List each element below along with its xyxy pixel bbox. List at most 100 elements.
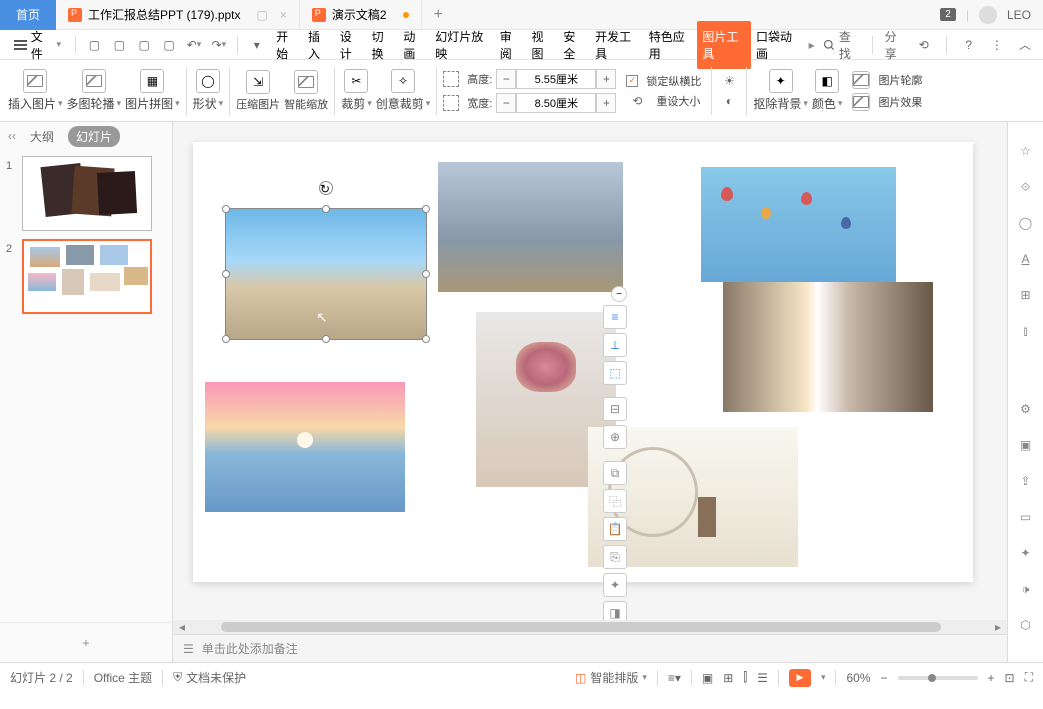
canvas-image[interactable]: [723, 282, 933, 412]
brightness-icon[interactable]: ☀: [721, 73, 737, 89]
canvas-image[interactable]: [205, 382, 405, 512]
height-input[interactable]: [516, 69, 596, 89]
smart-layout-button[interactable]: ◫ 智能排版 ▾: [575, 669, 647, 686]
menu-tab-picture-tools[interactable]: 图片工具: [697, 21, 751, 69]
save-icon[interactable]: ▢: [87, 37, 102, 53]
canvas-scroll[interactable]: ↻ ↖: [173, 122, 1007, 620]
rp-chart-icon[interactable]: ⫾: [1017, 322, 1035, 340]
color-button[interactable]: ◧ 颜色▾: [812, 69, 843, 112]
creative-crop-button[interactable]: ✧ 创意裁剪▾: [376, 69, 431, 112]
horizontal-scrollbar[interactable]: ◂ ▸: [173, 620, 1007, 634]
width-increment[interactable]: +: [596, 93, 616, 113]
canvas-image[interactable]: [438, 162, 623, 292]
scroll-left-icon[interactable]: ◂: [173, 620, 191, 634]
canvas-image[interactable]: [701, 167, 896, 282]
print-preview-icon[interactable]: ▢: [162, 37, 177, 53]
tab-preview-icon[interactable]: ▢: [257, 8, 268, 22]
document-tab-2[interactable]: 演示文稿2: [300, 0, 422, 30]
fullscreen-button[interactable]: ⛶: [1025, 670, 1033, 685]
rp-tools-icon[interactable]: ⚙: [1017, 400, 1035, 418]
float-contrast-button[interactable]: ◨: [603, 601, 627, 620]
rp-animation-icon[interactable]: ✦: [1017, 544, 1035, 562]
notes-bar[interactable]: ☰ 单击此处添加备注: [173, 634, 1007, 662]
zoom-in-button[interactable]: +: [988, 671, 995, 685]
rp-settings-icon[interactable]: ⬡: [1017, 616, 1035, 634]
rp-favorite-icon[interactable]: ☆: [1017, 142, 1035, 160]
float-paste-button[interactable]: 📋: [603, 517, 627, 541]
float-lock-button[interactable]: ⬚: [603, 361, 627, 385]
menu-tab-pocket-anim[interactable]: 口袋动画: [751, 21, 805, 69]
zoom-level[interactable]: 60%: [846, 671, 870, 685]
fit-window-button[interactable]: ⊡: [1005, 671, 1015, 685]
width-input[interactable]: [516, 93, 596, 113]
username[interactable]: LEO: [1007, 8, 1031, 22]
canvas-image-selected[interactable]: ↻ ↖: [226, 209, 426, 339]
more-icon[interactable]: ⋮: [990, 37, 1004, 53]
insert-image-button[interactable]: 插入图片▾: [8, 69, 63, 112]
qat-customize-icon[interactable]: ▾: [249, 37, 264, 53]
float-arrange-button[interactable]: ⿻: [603, 489, 627, 513]
float-effects-button[interactable]: ✦: [603, 573, 627, 597]
view-normal-button[interactable]: ▣: [702, 671, 713, 685]
tabs-overflow-icon[interactable]: ▸: [805, 38, 819, 52]
height-increment[interactable]: +: [596, 69, 616, 89]
image-outline-button[interactable]: 图片轮廓: [852, 71, 926, 89]
slide-thumbnail-1[interactable]: 1: [6, 156, 166, 231]
file-menu[interactable]: 文件 ▾: [8, 28, 67, 62]
search-button[interactable]: 查找: [823, 28, 860, 62]
resize-handle-e[interactable]: [422, 270, 430, 278]
print-icon[interactable]: ▢: [137, 37, 152, 53]
float-crop-button[interactable]: ⟂: [603, 333, 627, 357]
float-layers-button[interactable]: ≡: [603, 305, 627, 329]
rp-image-icon[interactable]: ▣: [1017, 436, 1035, 454]
collapse-ribbon-icon[interactable]: ︿: [1018, 37, 1032, 53]
avatar[interactable]: [979, 6, 997, 24]
share-button[interactable]: 分享: [885, 28, 906, 62]
contrast-icon[interactable]: ◐: [721, 93, 737, 109]
redo-icon[interactable]: ↷▾: [211, 37, 226, 53]
notification-badge[interactable]: 2: [940, 8, 956, 21]
menu-tab-security[interactable]: 安全: [558, 21, 590, 69]
rotate-handle[interactable]: ↻: [319, 181, 333, 195]
lock-ratio-checkbox[interactable]: ✓ 锁定纵横比: [626, 73, 705, 89]
float-duplicate-button[interactable]: ⎘: [603, 545, 627, 569]
resize-handle-n[interactable]: [322, 205, 330, 213]
slide-thumbnail-2[interactable]: 2: [6, 239, 166, 314]
panel-collapse-icon[interactable]: ‹‹: [8, 129, 16, 143]
rp-shape-icon[interactable]: ◯: [1017, 214, 1035, 232]
crop-button[interactable]: ✂ 裁剪▾: [341, 69, 372, 112]
scroll-right-icon[interactable]: ▸: [989, 620, 1007, 634]
menu-tab-devtools[interactable]: 开发工具: [590, 21, 644, 69]
play-dropdown-icon[interactable]: ▾: [821, 672, 826, 683]
play-button[interactable]: ▶: [789, 669, 811, 687]
rp-sound-icon[interactable]: 🕩: [1017, 580, 1035, 598]
float-toolbar-collapse[interactable]: −: [611, 286, 627, 302]
resize-handle-se[interactable]: [422, 335, 430, 343]
float-zoom-button[interactable]: ⊕: [603, 425, 627, 449]
remove-bg-button[interactable]: ✦ 抠除背景▾: [753, 69, 808, 112]
float-group-button[interactable]: ⧉: [603, 461, 627, 485]
resize-handle-nw[interactable]: [222, 205, 230, 213]
menu-tab-view[interactable]: 视图: [527, 21, 559, 69]
open-icon[interactable]: ▢: [112, 37, 127, 53]
undo-icon[interactable]: ↶▾: [187, 37, 202, 53]
tab-close-icon[interactable]: ×: [280, 8, 287, 22]
width-decrement[interactable]: −: [496, 93, 516, 113]
slide-counter[interactable]: 幻灯片 2 / 2: [10, 669, 73, 686]
shape-button[interactable]: ◯ 形状▾: [193, 69, 224, 112]
resize-handle-s[interactable]: [322, 335, 330, 343]
view-notes-button[interactable]: ☰: [757, 671, 768, 685]
rp-text-icon[interactable]: A: [1017, 250, 1035, 268]
panel-tab-outline[interactable]: 大纲: [22, 126, 62, 147]
float-align-button[interactable]: ⊟: [603, 397, 627, 421]
theme-label[interactable]: Office 主题: [94, 669, 152, 686]
sync-icon[interactable]: ⟲: [917, 37, 931, 53]
slide-canvas[interactable]: ↻ ↖: [193, 142, 973, 582]
panel-tab-slides[interactable]: 幻灯片: [68, 126, 120, 147]
add-slide-button[interactable]: +: [0, 622, 172, 662]
resize-handle-sw[interactable]: [222, 335, 230, 343]
zoom-out-button[interactable]: −: [881, 671, 888, 685]
tab-home[interactable]: 首页: [0, 0, 56, 30]
document-tab-1[interactable]: 工作汇报总结PPT (179).pptx ▢ ×: [56, 0, 300, 30]
scrollbar-thumb[interactable]: [221, 622, 941, 632]
